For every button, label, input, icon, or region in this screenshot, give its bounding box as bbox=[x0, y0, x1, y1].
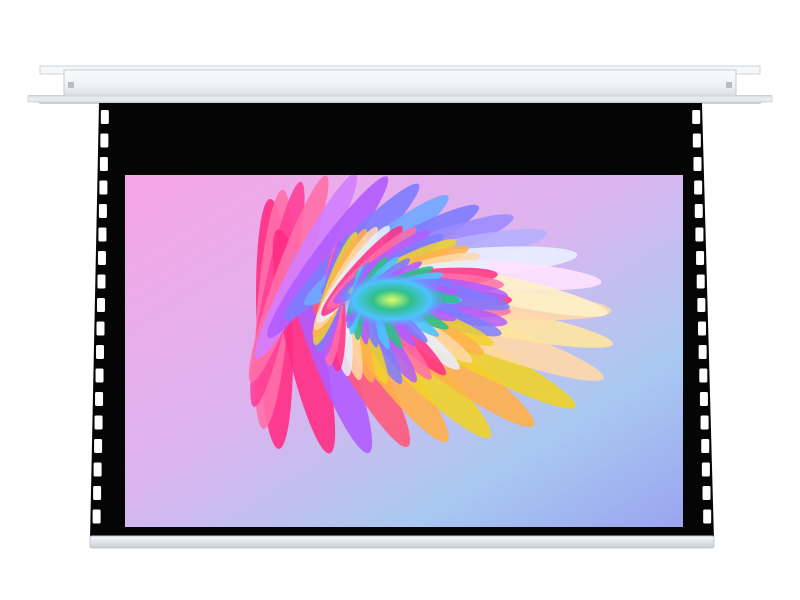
tension-tab bbox=[703, 509, 712, 524]
tension-tab bbox=[701, 462, 710, 477]
tension-tab bbox=[99, 180, 108, 195]
tension-tab bbox=[692, 133, 701, 148]
tension-tab bbox=[692, 110, 701, 124]
tension-tab bbox=[99, 157, 108, 171]
tension-tab bbox=[93, 486, 102, 500]
tension-tab bbox=[98, 204, 107, 218]
projector-screen-illustration bbox=[27, 65, 773, 549]
tension-tab bbox=[95, 392, 104, 406]
tension-tab bbox=[98, 227, 107, 242]
projector-screen-product-photo bbox=[0, 0, 800, 600]
tension-tab bbox=[701, 439, 710, 453]
tension-tab bbox=[93, 462, 102, 477]
tension-tab bbox=[698, 345, 707, 359]
tension-tab bbox=[699, 368, 708, 383]
tension-tab bbox=[694, 204, 703, 218]
tension-tab bbox=[97, 274, 106, 289]
tension-tab bbox=[96, 321, 105, 336]
tension-tab bbox=[92, 509, 101, 524]
tension-tab bbox=[97, 251, 106, 265]
tension-tab bbox=[96, 298, 105, 312]
top-housing bbox=[27, 65, 773, 104]
bottom-weight-bar bbox=[89, 535, 715, 549]
tension-tab bbox=[96, 345, 105, 359]
tension-tab bbox=[693, 157, 702, 171]
tension-tab bbox=[696, 251, 705, 265]
tension-tab bbox=[700, 415, 709, 430]
tension-tab bbox=[95, 368, 104, 383]
tension-tab bbox=[94, 439, 103, 453]
tension-tab bbox=[94, 415, 103, 430]
tension-tab bbox=[697, 298, 706, 312]
tension-tab bbox=[699, 392, 708, 406]
tension-tab bbox=[100, 133, 109, 148]
tension-tab bbox=[698, 321, 706, 336]
tension-tab bbox=[696, 274, 705, 289]
projected-image bbox=[125, 175, 683, 527]
flower-center bbox=[337, 272, 447, 328]
tension-tab bbox=[694, 180, 703, 195]
tension-tab bbox=[100, 110, 109, 124]
tension-tab bbox=[702, 486, 711, 500]
tension-tab bbox=[695, 227, 704, 242]
